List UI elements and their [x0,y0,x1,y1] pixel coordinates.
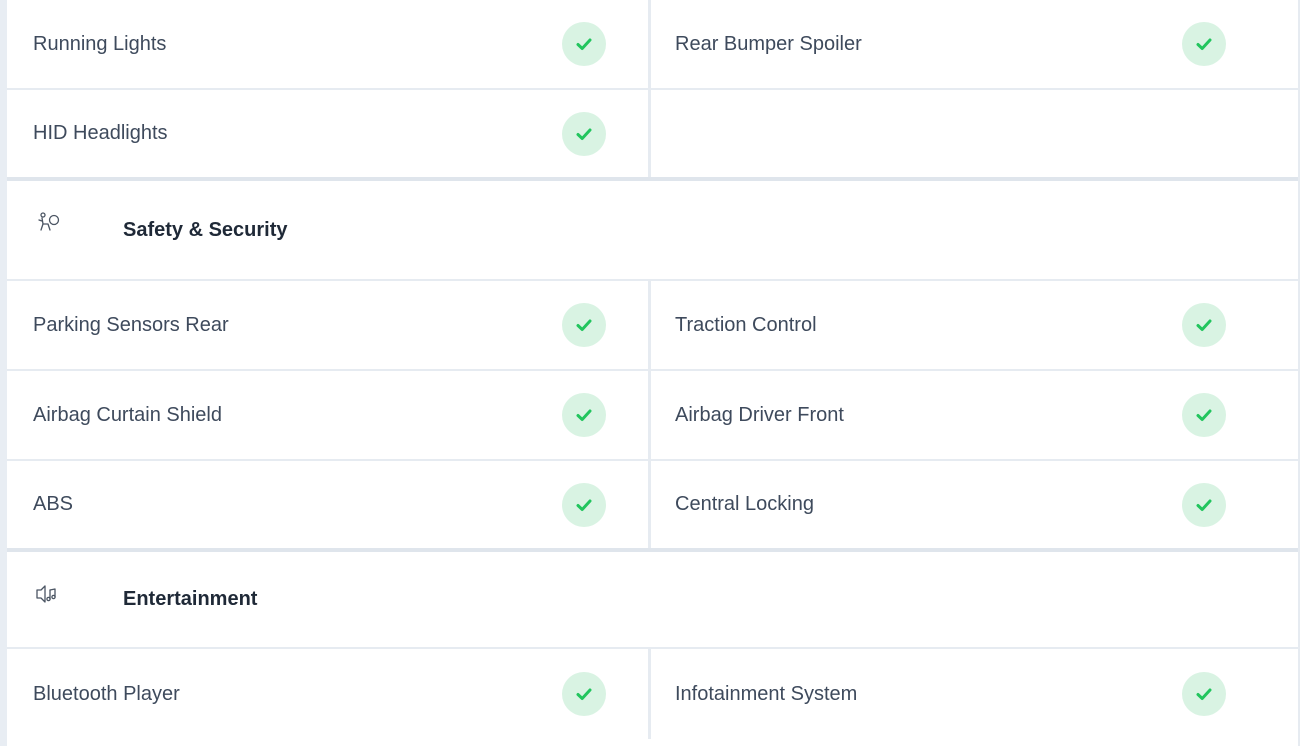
section-header-safety: Safety & Security [7,181,1298,281]
check-icon [562,672,606,716]
check-icon [562,111,606,156]
feature-row: HID Headlights [7,90,1298,181]
check-icon [1182,303,1226,347]
feature-label: HID Headlights [33,122,168,144]
feature-row: Bluetooth Player Infotainment System [7,649,1298,739]
feature-label: Bluetooth Player [33,682,180,705]
section-title: Entertainment [123,588,258,610]
section-header-entertainment: Entertainment [7,552,1298,649]
feature-item: Infotainment System [651,649,1298,739]
feature-label: Central Locking [675,493,814,515]
feature-row: Running Lights Rear Bumper Spoiler [7,0,1298,90]
feature-item: Rear Bumper Spoiler [651,0,1298,88]
feature-item: Traction Control [651,281,1298,369]
feature-item: Airbag Driver Front [651,371,1298,459]
check-icon [562,22,606,66]
feature-item-empty [651,90,1298,177]
feature-item: Bluetooth Player [7,649,651,739]
section-title: Safety & Security [123,218,288,241]
feature-item: Central Locking [651,461,1298,548]
speaker-music-icon [35,582,63,610]
features-list: Running Lights Rear Bumper Spoiler HID H… [7,0,1298,739]
feature-item: Running Lights [7,0,651,88]
check-icon [1182,393,1226,437]
check-icon [1182,482,1226,527]
feature-label: Rear Bumper Spoiler [675,32,862,55]
feature-row: ABS Central Locking [7,461,1298,552]
feature-row: Parking Sensors Rear Traction Control [7,281,1298,371]
feature-item: Parking Sensors Rear [7,281,651,369]
feature-row: Airbag Curtain Shield Airbag Driver Fron… [7,371,1298,461]
feature-label: Parking Sensors Rear [33,313,229,336]
check-icon [1182,672,1226,716]
feature-item: ABS [7,461,651,548]
feature-item: Airbag Curtain Shield [7,371,651,459]
airbag-icon [35,211,63,239]
feature-label: ABS [33,493,74,515]
feature-item: HID Headlights [7,90,651,177]
feature-label: Traction Control [675,313,817,336]
check-icon [562,482,606,527]
feature-label: Airbag Driver Front [675,403,844,426]
feature-label: Infotainment System [675,682,858,705]
left-border [0,0,7,746]
check-icon [562,393,606,437]
feature-label: Running Lights [33,32,167,55]
feature-label: Airbag Curtain Shield [33,403,222,426]
check-icon [1182,22,1226,66]
check-icon [562,303,606,347]
features-page: Running Lights Rear Bumper Spoiler HID H… [0,0,1300,746]
